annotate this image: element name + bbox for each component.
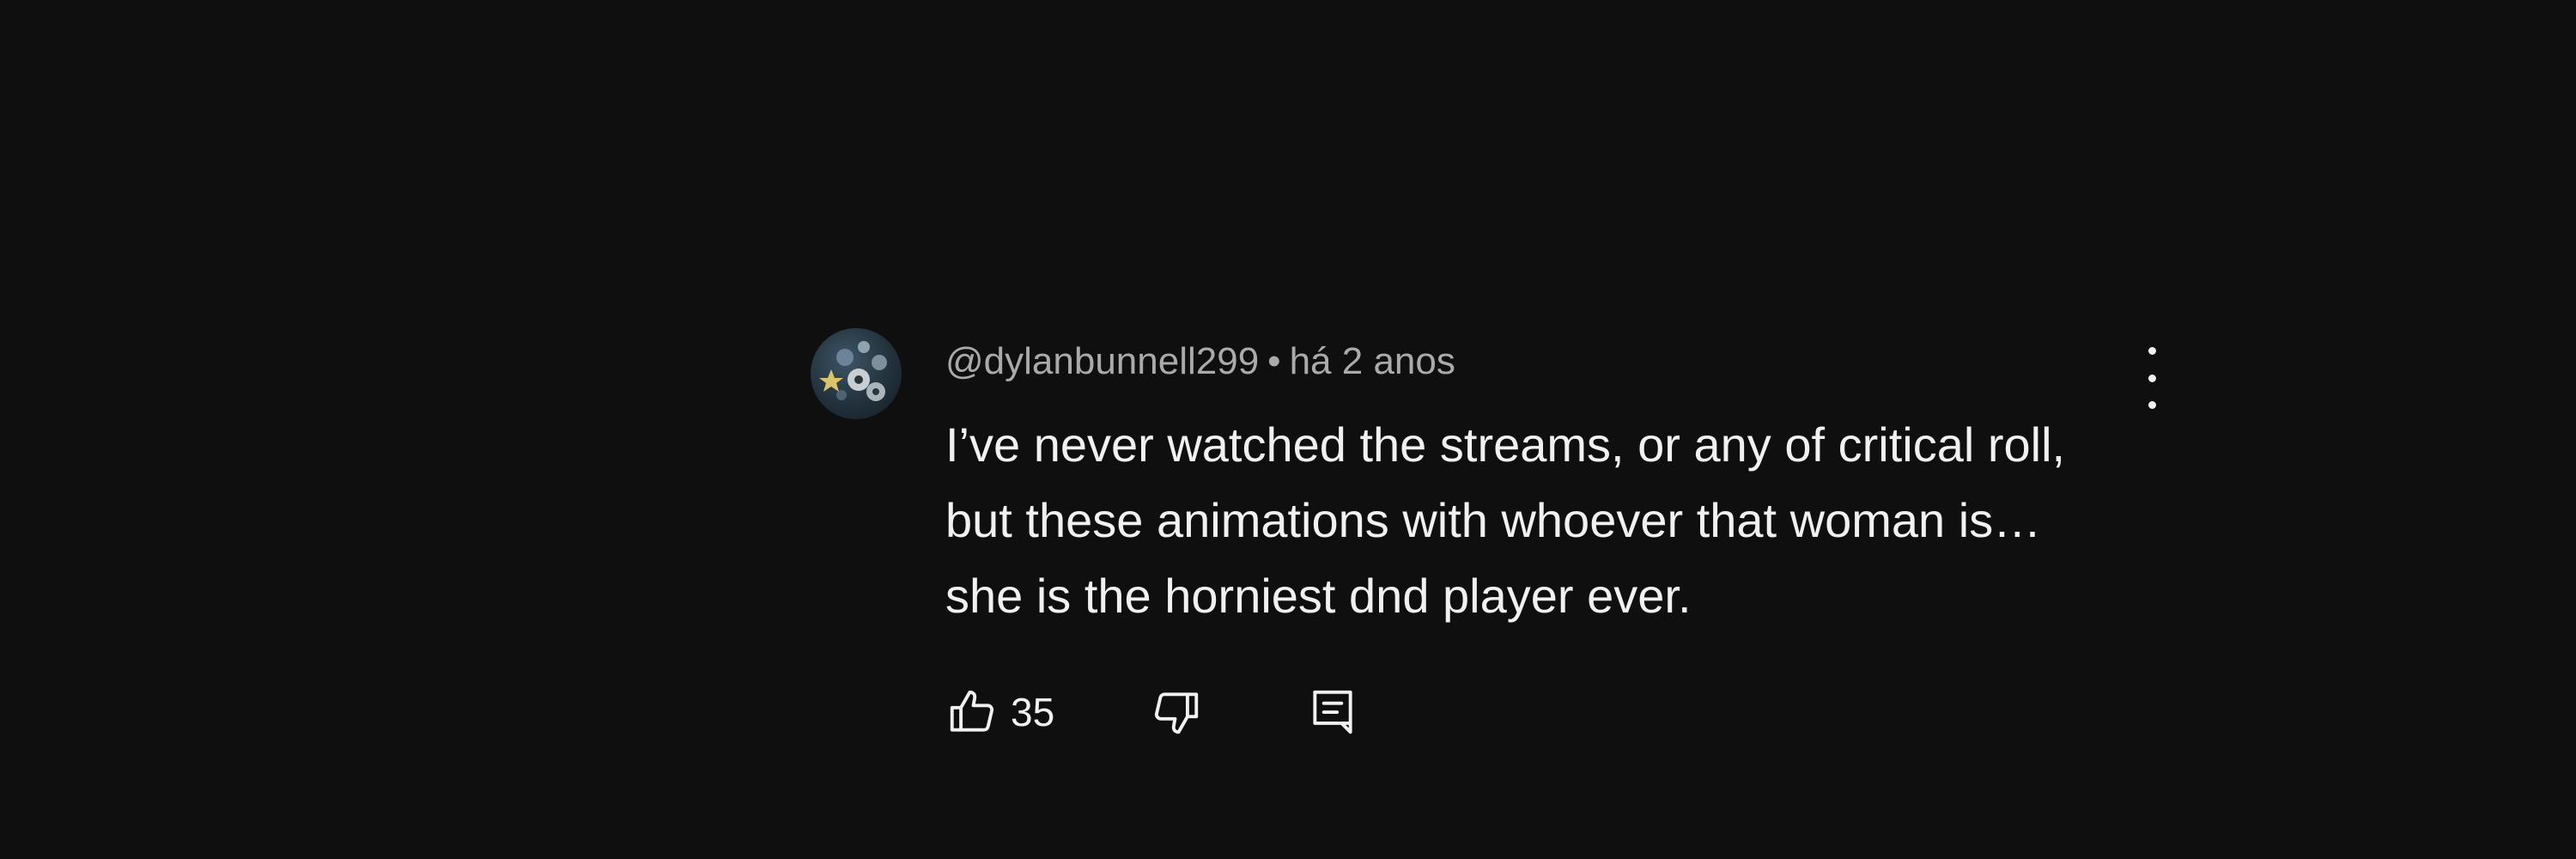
comment-timestamp[interactable]: há 2 anos [1290,340,1455,382]
comment-text: I’ve never watched the streams, or any o… [945,417,2066,623]
more-vert-icon-dot [2148,374,2156,382]
more-vert-icon-dot [2148,401,2156,409]
avatar[interactable] [811,328,902,419]
meta-separator: • [1267,340,1281,382]
screen: @dylanbunnell299 • há 2 anos I’ve never wa… [0,0,2576,859]
thumbs-up-icon [945,685,999,739]
like-button[interactable]: 35 [945,682,1054,742]
reply-button[interactable] [1306,682,1359,742]
more-vert-icon [2148,347,2156,355]
comment-meta: @dylanbunnell299 • há 2 anos [945,338,1455,385]
comment-reply-icon [1306,685,1359,739]
avatar-image [819,341,887,401]
comment-thread: @dylanbunnell299 • há 2 anos I’ve never wa… [811,328,2167,758]
author-name[interactable]: @dylanbunnell299 [945,340,1259,382]
thumbs-down-icon [1150,685,1203,739]
like-count: 35 [1011,690,1055,734]
dislike-button[interactable] [1150,682,1203,742]
more-options-button[interactable] [2133,347,2171,409]
